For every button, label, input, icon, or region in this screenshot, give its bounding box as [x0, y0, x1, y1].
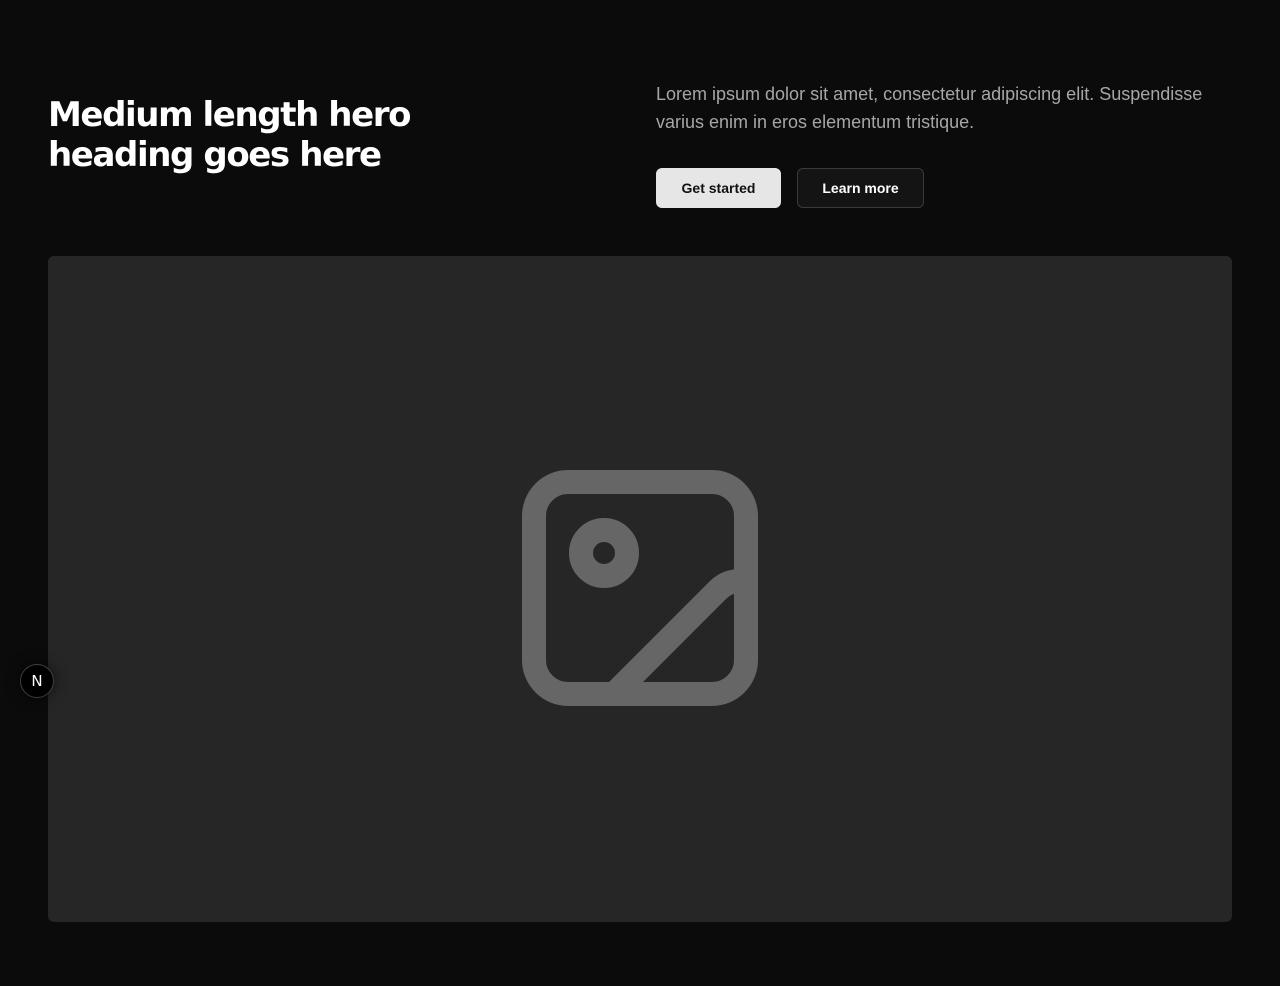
get-started-button[interactable]: Get started [656, 168, 781, 208]
hero-heading: Medium length hero heading goes here [48, 95, 412, 175]
nextjs-logo-icon[interactable]: N [20, 664, 54, 698]
image-placeholder-icon [522, 470, 758, 706]
hero-image-placeholder [48, 256, 1232, 922]
learn-more-button[interactable]: Learn more [797, 168, 924, 208]
hero-description: Lorem ipsum dolor sit amet, consectetur … [656, 84, 1203, 132]
